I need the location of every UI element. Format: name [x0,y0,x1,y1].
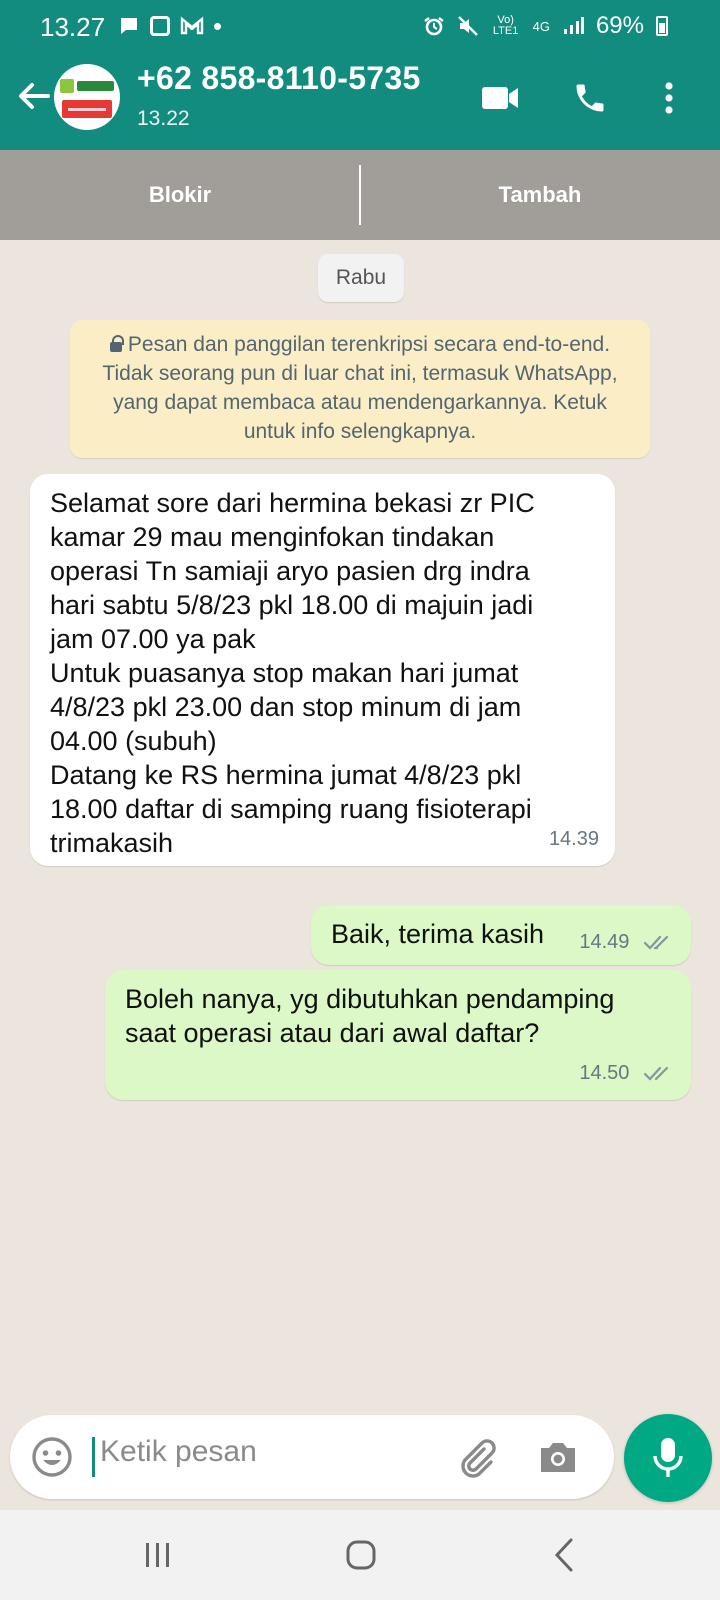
battery-level: 69% [595,12,644,39]
battery-icon [656,16,668,36]
chat-notification-icon [121,18,137,34]
date-chip: Rabu [318,254,404,302]
more-vertical-icon [665,82,673,114]
outgoing-message[interactable]: Baik, terima kasih 14.49 [311,905,691,965]
recent-apps-icon [146,1543,169,1567]
more-notifications-dot [214,22,221,30]
status-notification-icons [118,12,221,40]
block-button[interactable]: Blokir [0,150,360,240]
message-text: Baik, terima kasih [331,919,545,949]
emoji-icon[interactable] [30,1435,74,1479]
contact-name[interactable]: +62 858-8110-5735 [137,60,421,97]
signal-icon [563,17,584,34]
camera-icon[interactable] [536,1435,580,1479]
outgoing-message[interactable]: Boleh nanya, yg dibutuhkan pendamping sa… [105,970,691,1100]
voice-message-button[interactable] [624,1414,712,1502]
back-button[interactable] [534,1530,594,1580]
video-call-button[interactable] [476,76,524,120]
arrow-back-icon[interactable] [14,76,52,116]
message-time: 14.49 [579,925,673,959]
back-nav-icon [554,1538,573,1572]
app-notification-icon [150,16,170,36]
home-button[interactable] [331,1530,391,1580]
volte-indicator: Vo) LTE1 [492,14,519,37]
mute-icon [457,16,478,36]
read-ticks-icon [643,1066,669,1081]
system-navigation-bar [0,1510,720,1600]
status-system-icons: Vo) LTE1 4G 69% [423,12,668,40]
status-bar: 13.27 Vo) LTE1 4G 69% [0,0,720,52]
read-ticks-icon [643,935,669,950]
message-time: 14.50 [579,1056,673,1090]
text-cursor [92,1437,95,1477]
home-icon [346,1540,376,1570]
voice-call-button[interactable] [566,76,614,120]
message-text: Boleh nanya, yg dibutuhkan pendamping sa… [125,984,615,1048]
more-options-button[interactable] [654,76,684,120]
network-type: 4G [532,18,550,34]
gmail-icon [180,16,204,35]
mic-icon [653,1438,683,1477]
attach-icon[interactable] [454,1435,498,1479]
chat-area[interactable]: Rabu Pesan dan panggilan terenkripsi sec… [0,240,720,1510]
video-call-icon [482,87,518,109]
unknown-contact-action-bar: Blokir Tambah [0,150,720,240]
phone-icon [576,84,604,112]
add-contact-button[interactable]: Tambah [360,150,720,240]
message-time: 14.39 [548,828,599,850]
incoming-message[interactable]: Selamat sore dari hermina bekasi zr PIC … [30,474,615,866]
message-text: Selamat sore dari hermina bekasi zr PIC … [50,488,535,858]
encryption-notice-text: Pesan dan panggilan terenkripsi secara e… [102,333,618,443]
encryption-notice[interactable]: Pesan dan panggilan terenkripsi secara e… [70,320,650,458]
top-app-bar: 13.27 Vo) LTE1 4G 69% +62 858-8110-5735 … [0,0,720,150]
message-input[interactable]: Ketik pesan [100,1435,257,1469]
lock-icon [109,335,124,352]
recent-apps-button[interactable] [128,1530,188,1580]
avatar-logo [60,78,114,94]
status-time: 13.27 [40,12,106,42]
contact-avatar[interactable] [54,64,120,130]
alarm-icon [423,17,444,36]
last-seen: 13.22 [137,107,190,130]
message-composer: Ketik pesan [10,1415,614,1499]
